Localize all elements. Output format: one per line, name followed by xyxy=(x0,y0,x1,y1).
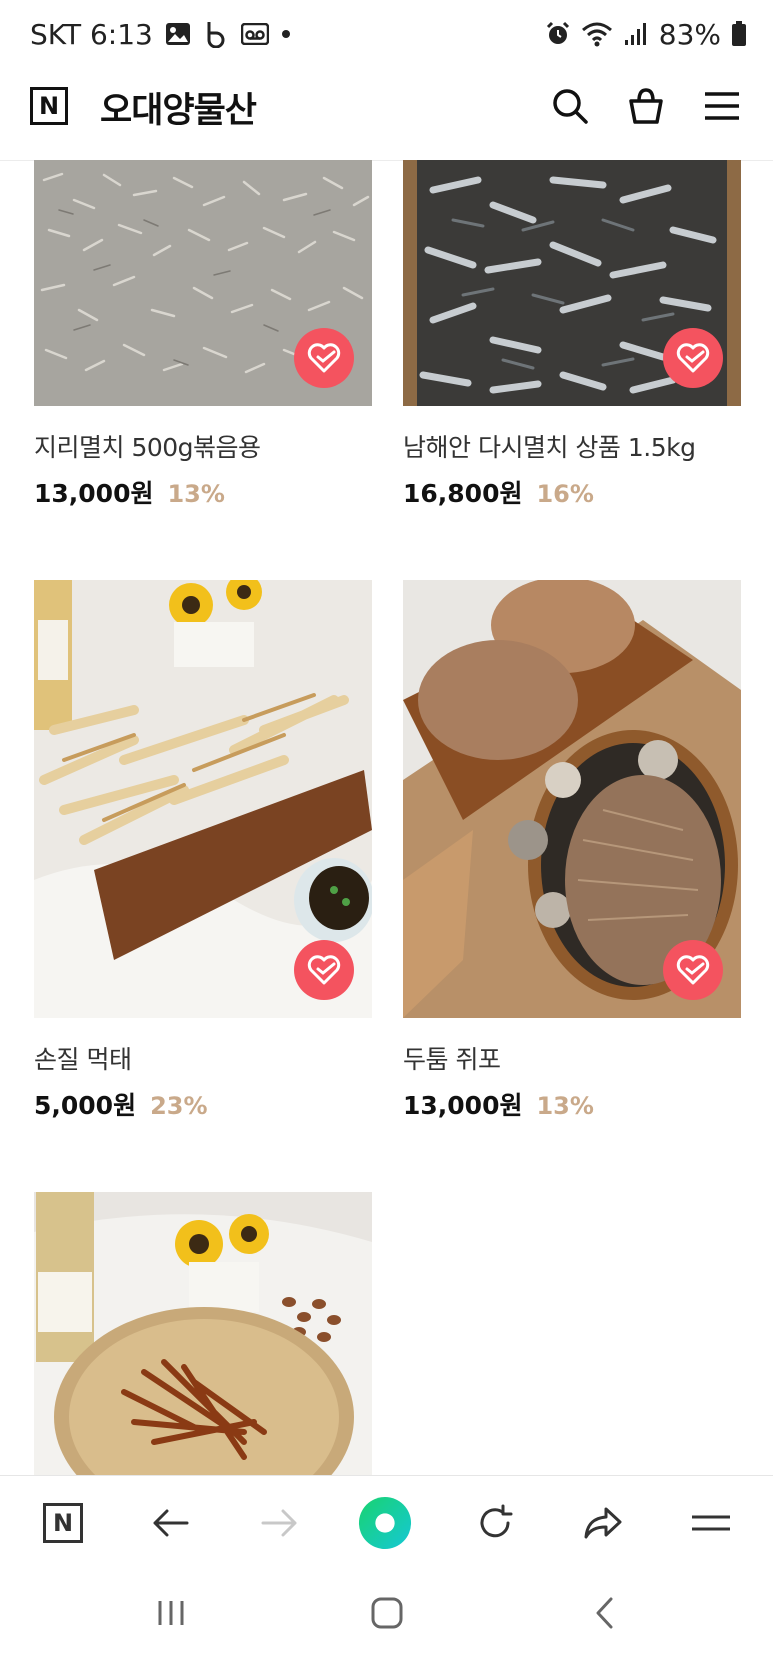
green-dot-icon xyxy=(358,1496,412,1550)
heart-check-icon xyxy=(676,343,710,373)
toolbar-logo-letter: N xyxy=(52,1509,74,1537)
search-button[interactable] xyxy=(548,84,592,128)
product-price: 16,800원 xyxy=(403,479,523,508)
heart-check-icon xyxy=(307,955,341,985)
search-icon xyxy=(553,89,588,124)
product-card[interactable] xyxy=(34,1192,372,1475)
back-arrow-icon xyxy=(153,1509,189,1537)
back-icon xyxy=(596,1597,613,1629)
b-app-icon xyxy=(203,20,229,48)
naver-home-button[interactable]: N xyxy=(36,1496,90,1550)
home-button[interactable] xyxy=(362,1588,412,1638)
status-bar: SKT 6:13 83% xyxy=(0,0,773,68)
gallery-icon xyxy=(165,22,191,46)
product-card[interactable]: 지리멸치 500g볶음용 13,000원 13% xyxy=(34,160,372,510)
battery-percent: 83% xyxy=(658,17,721,51)
product-image[interactable] xyxy=(403,160,741,406)
product-discount: 13% xyxy=(536,1092,594,1120)
product-price: 5,000원 xyxy=(34,1091,137,1120)
recent-apps-icon xyxy=(158,1601,184,1625)
wishlist-button[interactable] xyxy=(663,940,723,1000)
recent-apps-button[interactable] xyxy=(146,1588,196,1638)
naver-home-icon: N xyxy=(43,1503,83,1543)
menu-icon xyxy=(692,1515,730,1531)
product-card[interactable]: 손질 먹태 5,000원 23% xyxy=(34,580,372,1122)
store-name[interactable]: 오대양물산 xyxy=(100,82,257,133)
product-price: 13,000원 xyxy=(34,479,154,508)
product-discount: 23% xyxy=(150,1092,208,1120)
browser-menu-button[interactable] xyxy=(684,1496,738,1550)
back-button[interactable] xyxy=(144,1496,198,1550)
product-discount: 16% xyxy=(536,480,594,508)
heart-check-icon xyxy=(307,343,341,373)
site-header: N 오대양물산 xyxy=(0,68,773,161)
cart-button[interactable] xyxy=(624,84,668,128)
product-card[interactable]: 두툼 쥐포 13,000원 13% xyxy=(403,580,741,1122)
product-image[interactable] xyxy=(403,580,741,1018)
wishlist-button[interactable] xyxy=(663,328,723,388)
refresh-button[interactable] xyxy=(468,1496,522,1550)
forward-arrow-icon xyxy=(261,1509,297,1537)
product-name[interactable]: 지리멸치 500g볶음용 xyxy=(34,428,372,464)
naver-logo-button[interactable]: N xyxy=(30,87,68,125)
cart-icon xyxy=(629,88,663,124)
signal-icon xyxy=(623,22,649,46)
product-name[interactable]: 남해안 다시멸치 상품 1.5kg xyxy=(403,428,741,464)
share-button[interactable] xyxy=(576,1496,630,1550)
product-grid: 지리멸치 500g볶음용 13,000원 13% 남해안 다시멸치 상품 1.5… xyxy=(0,160,773,1475)
wishlist-button[interactable] xyxy=(294,328,354,388)
dot-icon xyxy=(281,29,291,39)
back-nav-button[interactable] xyxy=(580,1588,630,1638)
logo-letter: N xyxy=(38,92,60,120)
product-name[interactable]: 두툼 쥐포 xyxy=(403,1040,741,1076)
product-image[interactable] xyxy=(34,160,372,406)
menu-icon xyxy=(705,92,739,120)
wifi-icon xyxy=(581,21,613,47)
forward-button[interactable] xyxy=(252,1496,306,1550)
product-image[interactable] xyxy=(34,1192,372,1475)
heart-check-icon xyxy=(676,955,710,985)
product-image[interactable] xyxy=(34,580,372,1018)
browser-toolbar: N xyxy=(0,1475,773,1569)
product-discount: 13% xyxy=(167,480,225,508)
share-icon xyxy=(584,1507,622,1539)
green-dot-button[interactable] xyxy=(358,1496,412,1550)
system-nav-bar xyxy=(0,1568,773,1658)
voicemail-icon xyxy=(240,23,269,45)
product-price: 13,000원 xyxy=(403,1091,523,1120)
refresh-icon xyxy=(480,1504,513,1538)
wishlist-button[interactable] xyxy=(294,940,354,1000)
home-icon xyxy=(371,1597,403,1629)
carrier-time: SKT 6:13 xyxy=(30,17,153,51)
product-card[interactable]: 남해안 다시멸치 상품 1.5kg 16,800원 16% xyxy=(403,160,741,510)
menu-button[interactable] xyxy=(700,84,744,128)
alarm-icon xyxy=(545,21,571,47)
product-name[interactable]: 손질 먹태 xyxy=(34,1040,372,1076)
battery-icon xyxy=(731,21,747,47)
